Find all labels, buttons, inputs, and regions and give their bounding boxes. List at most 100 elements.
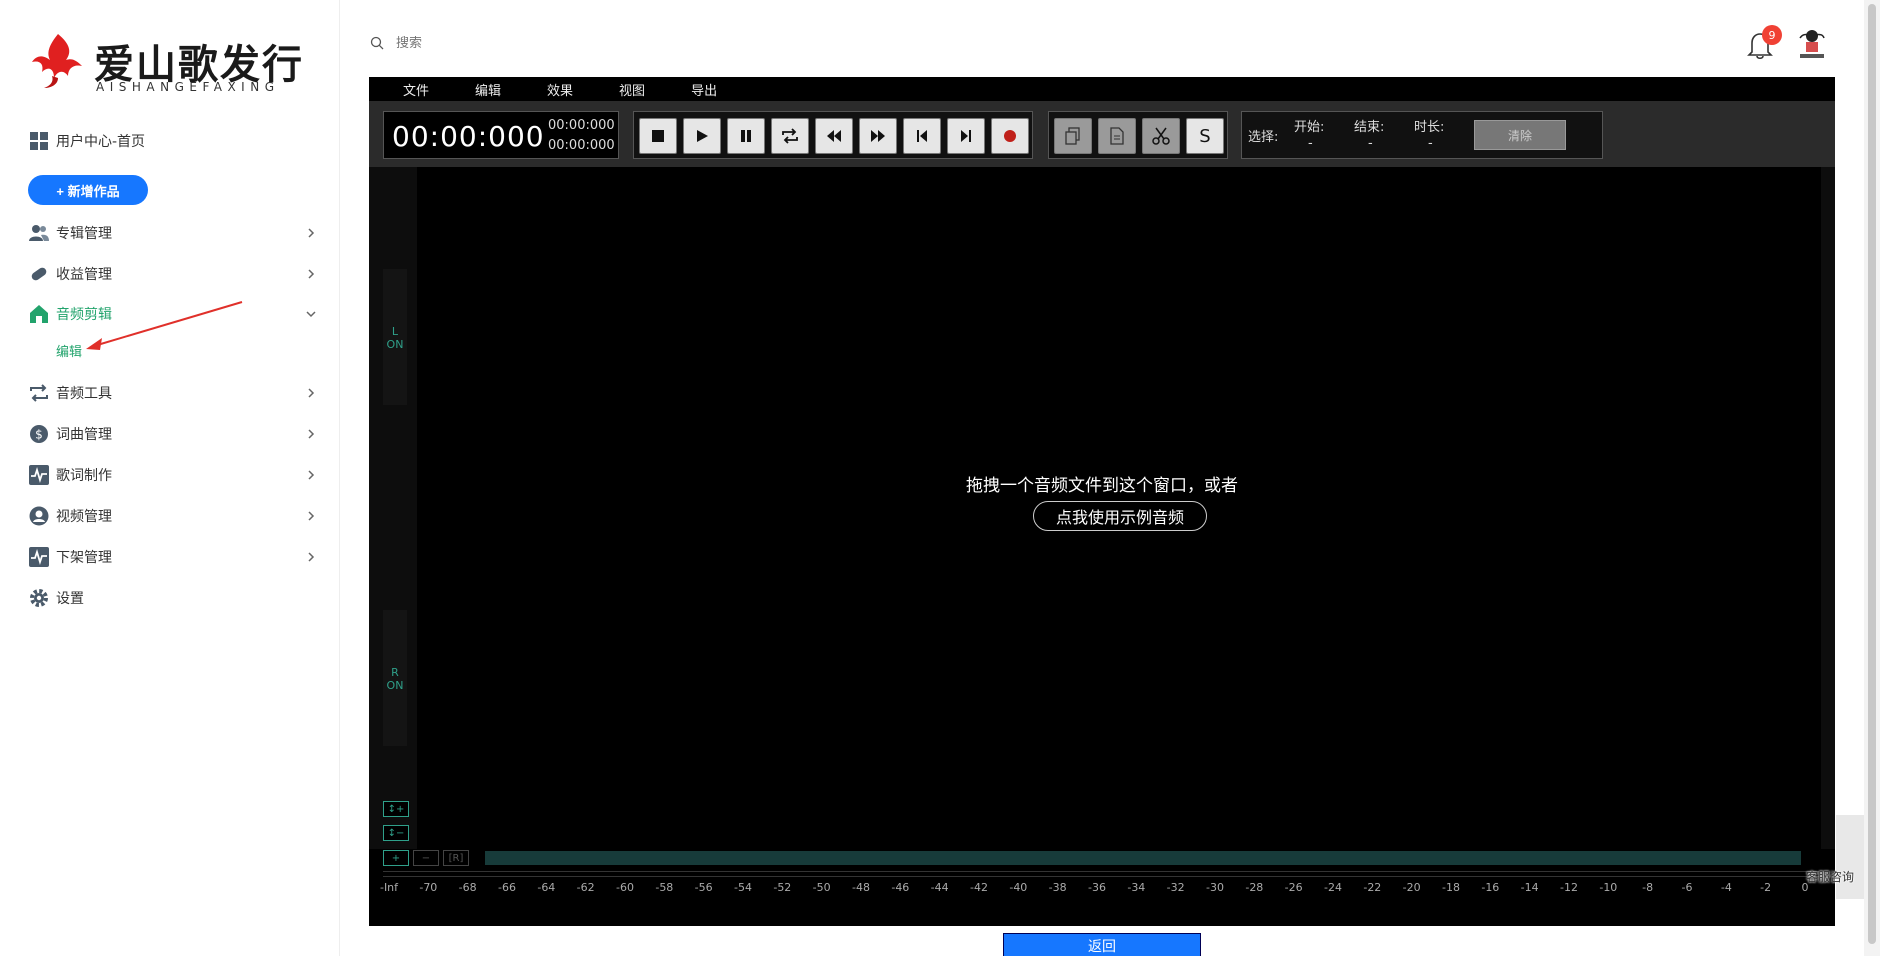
- scale-tick-label: -8: [1642, 881, 1654, 894]
- pulse-icon: [28, 546, 50, 568]
- chevron-right-icon: [308, 228, 315, 238]
- menu-export[interactable]: 导出: [691, 80, 717, 99]
- silence-button[interactable]: S: [1186, 118, 1224, 154]
- sidebar-item-label: 词曲管理: [56, 427, 112, 443]
- sidebar-item-label: 下架管理: [56, 550, 112, 566]
- scale-tick-label: -10: [1599, 881, 1618, 894]
- sidebar-item-label: 专辑管理: [56, 226, 112, 242]
- scale-tick-label: -26: [1284, 881, 1303, 894]
- sidebar-item-settings[interactable]: 设置: [28, 584, 318, 612]
- chevron-right-icon: [308, 429, 315, 439]
- sidebar-item-album[interactable]: 专辑管理: [28, 219, 318, 247]
- clear-selection-button[interactable]: 清除: [1474, 120, 1566, 150]
- user-circle-icon: [28, 505, 50, 527]
- sidebar-item-label: 收益管理: [56, 267, 112, 283]
- sidebar-item-audio-tools[interactable]: 音频工具: [28, 379, 318, 407]
- avatar[interactable]: [1796, 26, 1828, 60]
- zoom-out-vertical-button[interactable]: ↕−: [383, 825, 409, 841]
- sidebar-item-takedown[interactable]: 下架管理: [28, 543, 318, 571]
- scale-tick-label: -52: [773, 881, 792, 894]
- rewind-button[interactable]: [815, 118, 853, 154]
- copy-button[interactable]: [1054, 118, 1092, 154]
- skip-forward-icon: [961, 130, 971, 142]
- paste-button[interactable]: [1098, 118, 1136, 154]
- menu-view[interactable]: 视图: [619, 80, 645, 99]
- selection-label: 选择:: [1248, 130, 1279, 145]
- customer-service-tab[interactable]: [1836, 815, 1864, 899]
- stop-button[interactable]: [639, 118, 677, 154]
- use-sample-audio-button[interactable]: 点我使用示例音频: [1033, 501, 1207, 531]
- scale-tick-label: -2: [1760, 881, 1772, 894]
- back-button[interactable]: 返回: [1003, 933, 1201, 956]
- zoom-reset-button[interactable]: [R]: [443, 850, 469, 866]
- audio-editor: 文件 编辑 效果 视图 导出 00:00:000 00:00:000 00:00…: [369, 77, 1835, 926]
- sidebar-item-home[interactable]: 用户中心-首页: [28, 127, 318, 155]
- skip-end-button[interactable]: [947, 118, 985, 154]
- right-channel-toggle[interactable]: R ON: [383, 610, 407, 746]
- channel-label: R: [391, 666, 399, 679]
- scale-tick-label: -44: [930, 881, 949, 894]
- menu-edit[interactable]: 编辑: [475, 80, 501, 99]
- duration-value: -: [1428, 136, 1433, 151]
- svg-text:$: $: [35, 428, 43, 442]
- start-label: 开始:: [1294, 120, 1325, 135]
- zoom-in-horizontal-button[interactable]: +: [383, 850, 409, 866]
- scale-tick-label: -14: [1520, 881, 1539, 894]
- play-button[interactable]: [683, 118, 721, 154]
- sidebar-item-video[interactable]: 视频管理: [28, 502, 318, 530]
- vertical-scrollbar[interactable]: [1821, 167, 1835, 849]
- sidebar-item-label: 用户中心-首页: [56, 134, 146, 150]
- document-icon: [1110, 127, 1124, 145]
- stop-icon: [652, 130, 664, 142]
- search-bar: [370, 32, 770, 54]
- left-channel-toggle[interactable]: L ON: [383, 269, 407, 405]
- add-work-button[interactable]: + 新增作品: [28, 175, 148, 205]
- repeat-icon: [782, 128, 798, 144]
- logo[interactable]: 爱山歌发行 AISHANGEFAXING: [28, 30, 302, 94]
- pause-icon: [741, 130, 751, 142]
- chevron-down-icon: [306, 311, 316, 318]
- scale-tick-label: -20: [1402, 881, 1421, 894]
- scissors-icon: [1152, 127, 1170, 145]
- menu-effects[interactable]: 效果: [547, 80, 573, 99]
- logo-subtitle: AISHANGEFAXING: [96, 80, 280, 94]
- record-button[interactable]: [991, 118, 1029, 154]
- sidebar-item-lyrics[interactable]: 歌词制作: [28, 461, 318, 489]
- repeat-icon: [28, 382, 50, 404]
- customer-service-label[interactable]: 客服咨询: [1806, 868, 1854, 885]
- page-scrollbar[interactable]: [1864, 0, 1880, 956]
- notification-badge: 9: [1762, 25, 1782, 45]
- sidebar-item-songs[interactable]: $ 词曲管理: [28, 420, 318, 448]
- scale-tick-label: -40: [1009, 881, 1028, 894]
- scale-tick-label: -16: [1481, 881, 1500, 894]
- sidebar-item-label: 设置: [56, 591, 84, 607]
- menu-file[interactable]: 文件: [403, 80, 429, 99]
- horizontal-scrollbar[interactable]: [485, 851, 1801, 865]
- record-icon: [1004, 130, 1016, 142]
- chevron-right-icon: [308, 552, 315, 562]
- pause-button[interactable]: [727, 118, 765, 154]
- edit-controls: S: [1048, 111, 1228, 159]
- users-icon: [28, 222, 50, 244]
- channel-label: L: [391, 325, 399, 338]
- scale-tick-label: -64: [537, 881, 556, 894]
- loop-button[interactable]: [771, 118, 809, 154]
- app-root: 爱山歌发行 AISHANGEFAXING 用户中心-首页 + 新增作品 专辑管理…: [0, 0, 1880, 956]
- scale-tick-label: -22: [1363, 881, 1382, 894]
- forward-button[interactable]: [859, 118, 897, 154]
- scrollbar-thumb[interactable]: [1868, 4, 1876, 944]
- current-time: 00:00:000: [392, 120, 545, 153]
- scale-tick-label: -58: [655, 881, 674, 894]
- scale-tick-label: -42: [970, 881, 988, 894]
- editor-menubar: 文件 编辑 效果 视图 导出: [369, 77, 1835, 101]
- sidebar-item-label: 视频管理: [56, 509, 112, 525]
- sidebar-item-revenue[interactable]: 收益管理: [28, 260, 318, 288]
- zoom-in-vertical-button[interactable]: ↕+: [383, 801, 409, 817]
- search-input[interactable]: [396, 35, 696, 51]
- channel-state: ON: [386, 338, 404, 351]
- sidebar-subitem-edit[interactable]: 编辑: [56, 341, 82, 360]
- cut-button[interactable]: [1142, 118, 1180, 154]
- skip-start-button[interactable]: [903, 118, 941, 154]
- zoom-out-horizontal-button[interactable]: −: [413, 850, 439, 866]
- scale-tick-label: -70: [419, 881, 438, 894]
